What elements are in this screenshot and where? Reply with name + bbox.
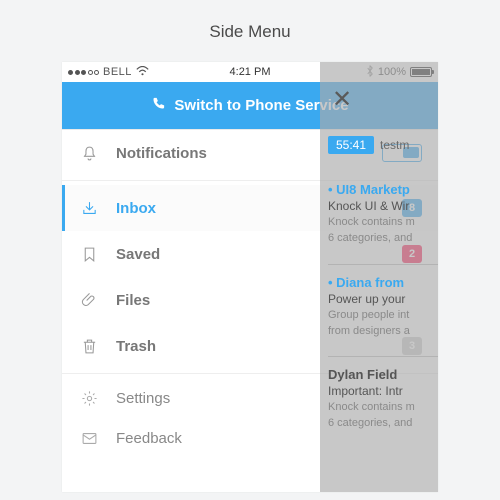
carrier-label: BELL	[103, 66, 132, 78]
page-title: Side Menu	[0, 0, 500, 62]
list-item[interactable]: Diana from Power up your Group people in…	[328, 264, 438, 339]
trash-icon	[80, 337, 98, 355]
wifi-icon	[136, 65, 149, 79]
gear-icon	[80, 389, 98, 407]
overlay-user: testm	[380, 138, 409, 152]
inbox-icon	[80, 199, 98, 217]
status-time: 4:21 PM	[230, 66, 271, 78]
list-item-desc: Knock contains m	[328, 400, 438, 414]
bookmark-icon	[80, 245, 98, 263]
list-item-title: Diana from	[328, 275, 438, 290]
list-item-title: UI8 Marketp	[328, 182, 438, 197]
phone-icon	[151, 96, 166, 115]
phone-frame: BELL 4:21 PM 100% Switch to Phone Servic…	[62, 62, 438, 492]
paperclip-icon	[80, 291, 98, 309]
list-item[interactable]: UI8 Marketp Knock UI & Wir Knock contain…	[328, 182, 438, 246]
list-item-desc: from designers a	[328, 324, 438, 338]
list-item-desc: 6 categories, and	[328, 231, 438, 245]
list-item-desc: Knock contains m	[328, 215, 438, 229]
content-overlay: ✕ 55:41 testm UI8 Marketp Knock UI & Wir…	[320, 62, 438, 492]
bell-icon	[80, 144, 98, 162]
signal-dots-icon	[68, 70, 99, 75]
mail-icon	[80, 429, 98, 447]
list-item-desc: 6 categories, and	[328, 416, 438, 430]
list-item-sub: Knock UI & Wir	[328, 199, 438, 213]
list-item-sub: Power up your	[328, 292, 438, 306]
close-icon[interactable]: ✕	[332, 88, 352, 112]
time-pill: 55:41	[328, 136, 374, 154]
list-item-desc: Group people int	[328, 308, 438, 322]
list-item-title: Dylan Field	[328, 367, 438, 382]
list-item-sub: Important: Intr	[328, 384, 438, 398]
list-item[interactable]: Dylan Field Important: Intr Knock contai…	[328, 356, 438, 431]
